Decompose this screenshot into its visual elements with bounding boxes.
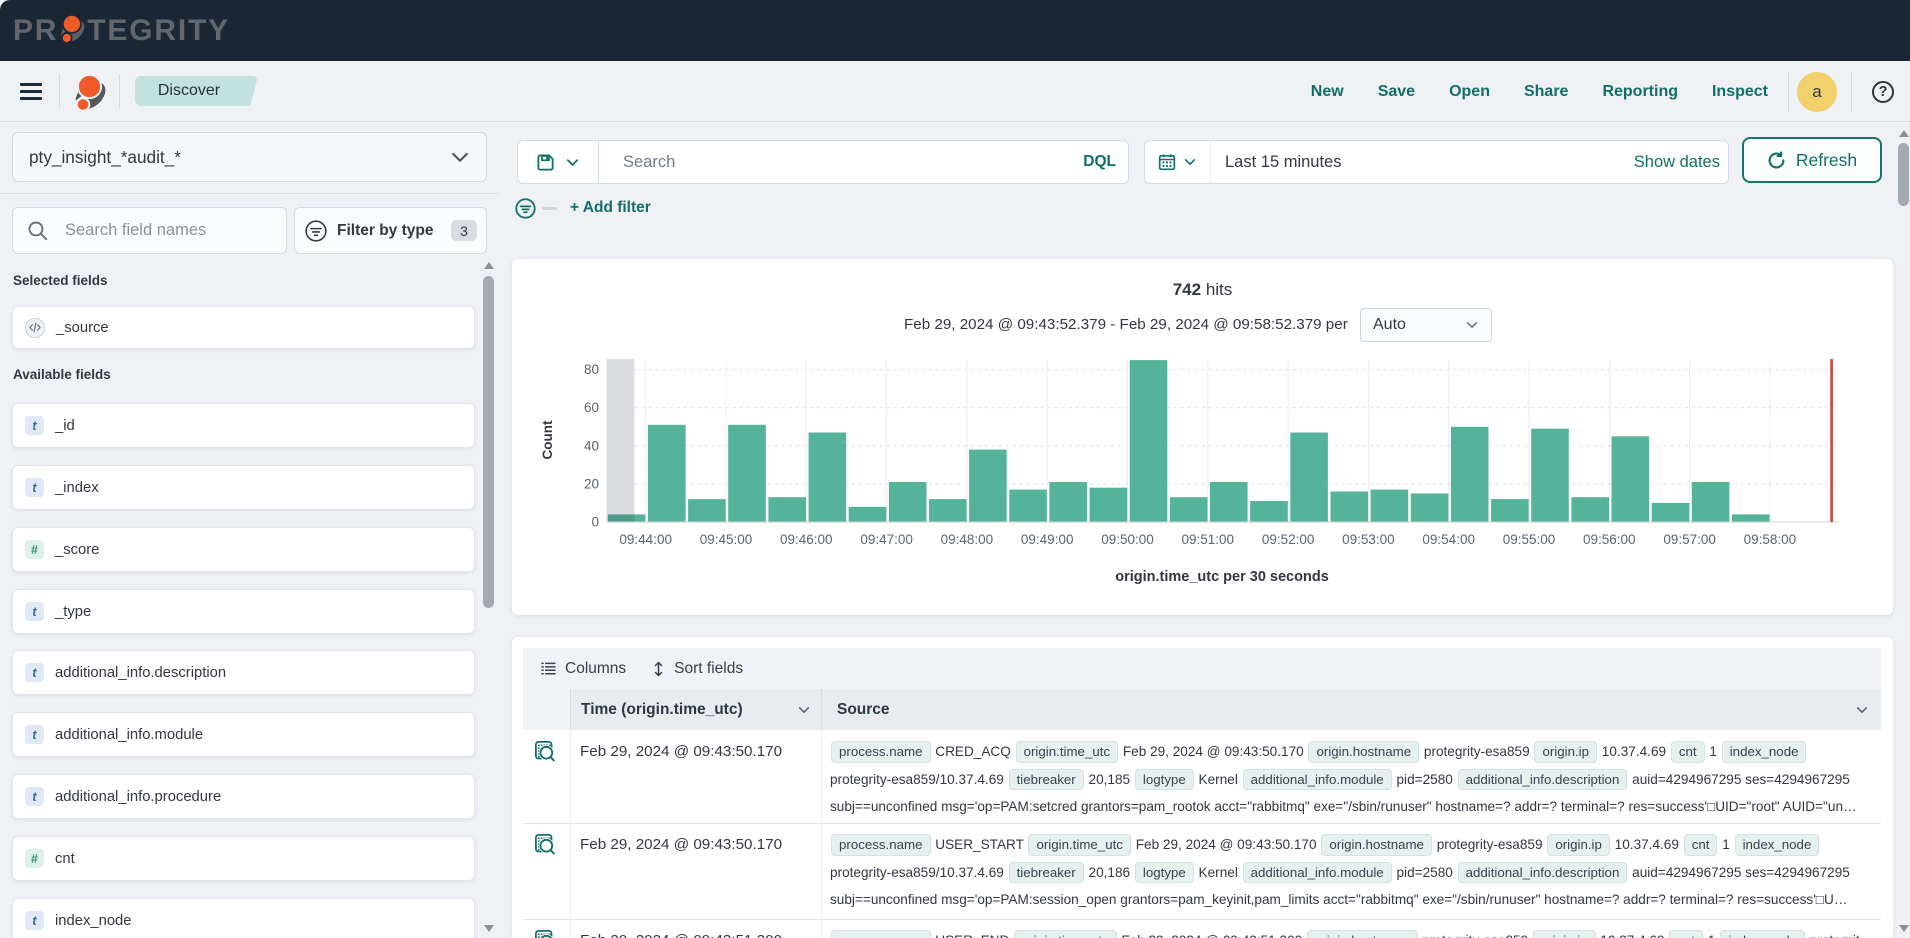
svg-text:09:47:00: 09:47:00 bbox=[860, 532, 913, 547]
svg-text:09:48:00: 09:48:00 bbox=[941, 532, 994, 547]
svg-text:09:45:00: 09:45:00 bbox=[700, 532, 753, 547]
svg-text:09:58:00: 09:58:00 bbox=[1744, 532, 1797, 547]
svg-text:09:56:00: 09:56:00 bbox=[1583, 532, 1636, 547]
svg-text:origin.time_utc per 30 seconds: origin.time_utc per 30 seconds bbox=[1115, 569, 1329, 585]
svg-text:20: 20 bbox=[584, 476, 599, 491]
svg-text:09:57:00: 09:57:00 bbox=[1663, 532, 1716, 547]
svg-text:80: 80 bbox=[584, 362, 599, 377]
svg-text:09:46:00: 09:46:00 bbox=[780, 532, 833, 547]
svg-text:09:51:00: 09:51:00 bbox=[1182, 532, 1235, 547]
svg-text:09:53:00: 09:53:00 bbox=[1342, 532, 1395, 547]
svg-text:40: 40 bbox=[584, 438, 599, 453]
svg-text:09:44:00: 09:44:00 bbox=[619, 532, 672, 547]
svg-text:09:50:00: 09:50:00 bbox=[1101, 532, 1154, 547]
svg-text:09:54:00: 09:54:00 bbox=[1422, 532, 1475, 547]
svg-text:09:49:00: 09:49:00 bbox=[1021, 532, 1074, 547]
svg-text:60: 60 bbox=[584, 400, 599, 415]
svg-text:Count: Count bbox=[540, 420, 555, 459]
svg-text:09:55:00: 09:55:00 bbox=[1503, 532, 1556, 547]
svg-text:0: 0 bbox=[591, 515, 599, 530]
svg-text:09:52:00: 09:52:00 bbox=[1262, 532, 1315, 547]
